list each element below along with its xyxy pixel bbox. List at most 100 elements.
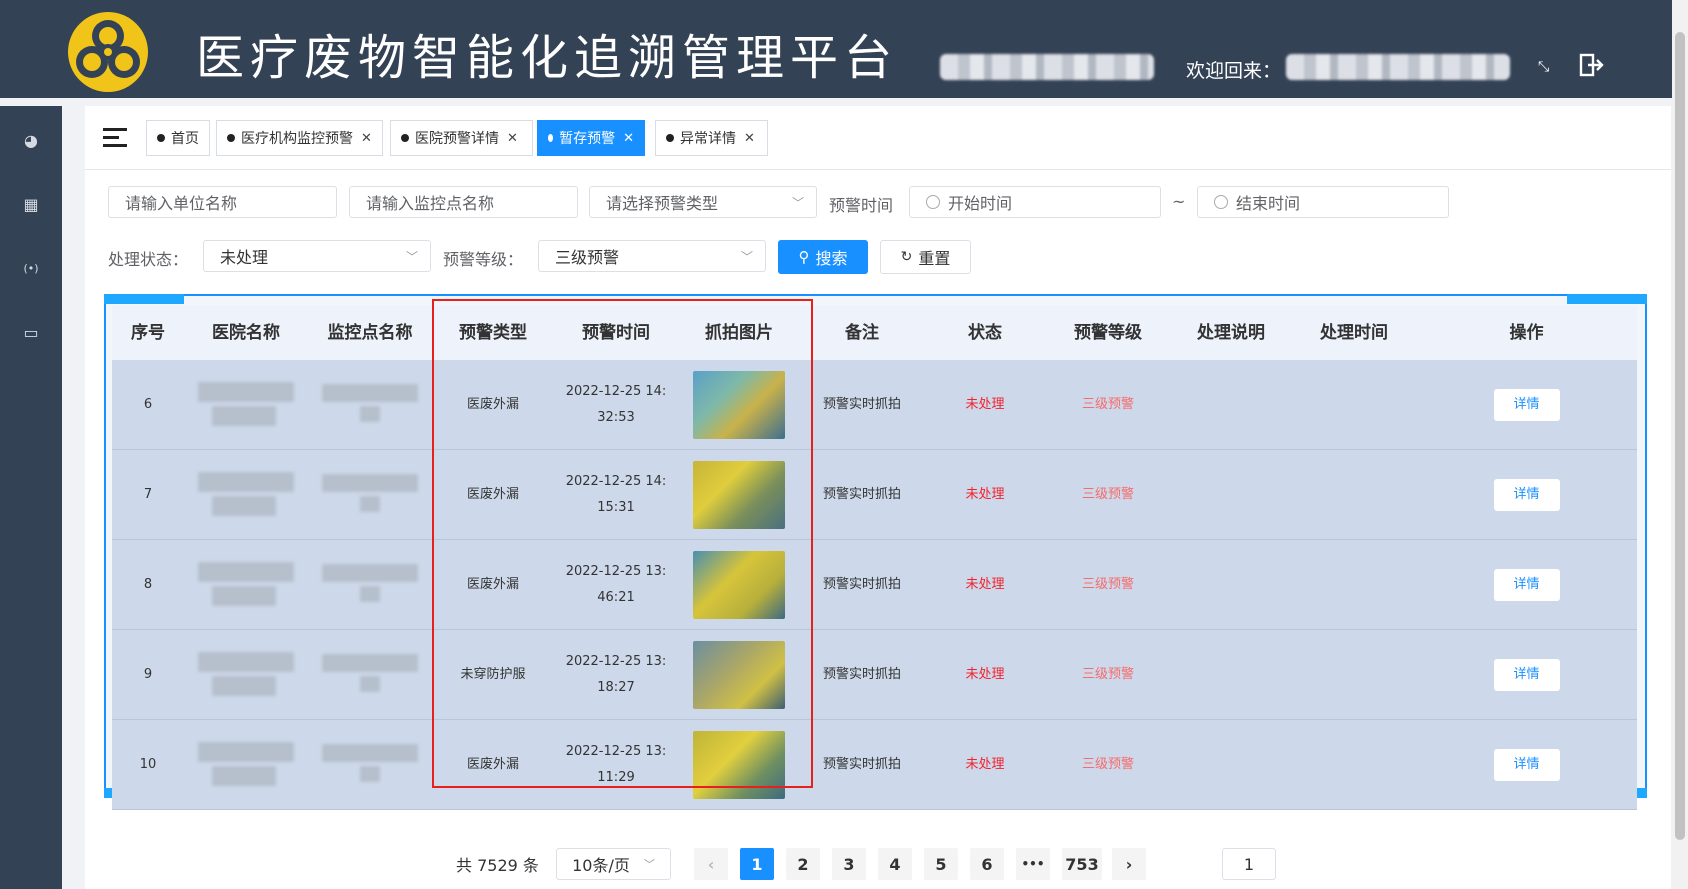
page-3-button[interactable]: 3 xyxy=(832,848,866,880)
redacted-username xyxy=(1286,54,1510,80)
ellipsis-button[interactable]: ••• xyxy=(1016,848,1050,880)
end-time-input[interactable]: 结束时间 xyxy=(1197,186,1449,218)
page-2-button[interactable]: 2 xyxy=(786,848,820,880)
row-index: 9 xyxy=(143,666,153,682)
warning-type: 医废外漏 xyxy=(466,756,519,772)
detail-button[interactable]: 详情 xyxy=(1493,388,1560,421)
level-text: 三级预警 xyxy=(1081,486,1134,502)
chevron-down-icon: ﹀ xyxy=(740,250,753,264)
redacted-hospital-name xyxy=(184,720,308,809)
redacted-monitor-point xyxy=(308,630,432,719)
jump-page-input[interactable]: 1 xyxy=(1222,848,1276,880)
row-index: 10 xyxy=(139,756,157,772)
warning-type: 医废外漏 xyxy=(466,576,519,592)
logout-icon[interactable] xyxy=(1578,52,1604,78)
tab-hospital-warning-detail[interactable]: 医院预警详情 ✕ xyxy=(390,120,533,156)
action-cell: 详情 xyxy=(1416,720,1637,809)
level-select[interactable]: 三级预警 ﹀ xyxy=(538,240,766,272)
handle-desc xyxy=(1170,630,1292,719)
clock-icon xyxy=(1214,195,1228,209)
level-text: 三级预警 xyxy=(1081,576,1134,592)
search-icon: ⚲ xyxy=(798,248,810,266)
monitor-icon[interactable]: ▭ xyxy=(19,320,43,344)
chevron-down-icon: ﹀ xyxy=(643,858,655,871)
snapshot-image[interactable] xyxy=(693,460,785,529)
snapshot-image[interactable] xyxy=(693,370,785,439)
fullscreen-icon[interactable]: ⤡ xyxy=(1538,60,1549,74)
col-handle-time: 处理时间 xyxy=(1320,323,1388,343)
note: 预警实时抓拍 xyxy=(822,666,901,682)
snapshot-cell xyxy=(678,360,800,449)
app-title: 医疗废物智能化追溯管理平台 xyxy=(196,30,899,86)
unit-name-input[interactable]: 请输入单位名称 xyxy=(108,186,337,218)
redacted-monitor-point xyxy=(308,540,432,629)
level-text: 三级预警 xyxy=(1081,666,1134,682)
chevron-down-icon: ﹀ xyxy=(405,250,418,264)
close-icon[interactable]: ✕ xyxy=(744,131,755,146)
warning-time-label: 预警时间 xyxy=(829,196,894,215)
search-button[interactable]: ⚲ 搜索 xyxy=(778,240,868,274)
tab-home[interactable]: 首页 xyxy=(146,120,210,156)
handle-time xyxy=(1292,540,1416,629)
close-icon[interactable]: ✕ xyxy=(361,131,372,146)
snapshot-image[interactable] xyxy=(693,730,785,799)
clock-icon xyxy=(926,195,940,209)
status-label: 处理状态： xyxy=(108,250,189,269)
status-text: 未处理 xyxy=(965,576,1005,592)
detail-button[interactable]: 详情 xyxy=(1493,658,1560,691)
reset-button[interactable]: ↻ 重置 xyxy=(880,240,971,274)
row-index: 7 xyxy=(143,486,153,502)
col-note: 备注 xyxy=(845,323,879,343)
warning-time: 2022-12-25 14: 32:53 xyxy=(565,383,667,425)
table-icon[interactable]: ▦ xyxy=(19,192,43,216)
snapshot-cell xyxy=(678,450,800,539)
monitor-point-input[interactable]: 请输入监控点名称 xyxy=(349,186,578,218)
col-warning-type: 预警类型 xyxy=(459,323,527,343)
range-separator: ~ xyxy=(1172,192,1186,211)
detail-button[interactable]: 详情 xyxy=(1493,478,1560,511)
page-753-button[interactable]: 753 xyxy=(1062,848,1102,880)
warning-time: 2022-12-25 13: 46:21 xyxy=(565,563,667,605)
page-size-select[interactable]: 10条/页 ﹀ xyxy=(556,848,671,880)
next-page-button[interactable]: › xyxy=(1112,848,1146,880)
warning-table: 序号 医院名称 监控点名称 预警类型 预警时间 抓拍图片 备注 状态 预警等级 … xyxy=(104,294,1647,810)
tab-storage-warning[interactable]: 暂存预警 ✕ xyxy=(537,120,645,156)
action-cell: 详情 xyxy=(1416,450,1637,539)
menu-toggle-icon[interactable] xyxy=(103,128,127,148)
dashboard-icon[interactable]: ◕ xyxy=(19,128,43,152)
snapshot-image[interactable] xyxy=(693,550,785,619)
start-time-input[interactable]: 开始时间 xyxy=(909,186,1161,218)
handle-time xyxy=(1292,630,1416,719)
snapshot-image[interactable] xyxy=(693,640,785,709)
scrollbar[interactable] xyxy=(1672,0,1688,889)
level-label: 预警等级： xyxy=(443,250,524,269)
signal-icon[interactable]: (•) xyxy=(19,256,43,280)
row-index: 6 xyxy=(143,396,153,412)
page-1-button[interactable]: 1 xyxy=(740,848,774,880)
page-6-button[interactable]: 6 xyxy=(970,848,1004,880)
page-5-button[interactable]: 5 xyxy=(924,848,958,880)
close-icon[interactable]: ✕ xyxy=(623,131,634,146)
handle-time xyxy=(1292,360,1416,449)
biohazard-logo-icon xyxy=(68,12,148,92)
status-select[interactable]: 未处理 ﹀ xyxy=(203,240,431,272)
warning-type-select[interactable]: 请选择预警类型 ﹀ xyxy=(589,186,817,218)
handle-time xyxy=(1292,450,1416,539)
sidebar: ◕ ▦ (•) ▭ xyxy=(0,106,62,889)
top-header: 医疗废物智能化追溯管理平台 欢迎回来： ⤡ xyxy=(0,0,1672,98)
table-row: 9 未穿防护服 2022-12-25 13: 18:27 预警实时抓拍 未处理 … xyxy=(112,630,1637,720)
warning-time: 2022-12-25 14: 15:31 xyxy=(565,473,667,515)
tab-bar: 首页 医疗机构监控预警 ✕ 医院预警详情 ✕ 暂存预警 ✕ 异常详情 ✕ xyxy=(85,106,1671,170)
tab-exception-detail[interactable]: 异常详情 ✕ xyxy=(655,120,768,156)
welcome-text: 欢迎回来： xyxy=(1186,60,1282,82)
tab-institution-monitor[interactable]: 医疗机构监控预警 ✕ xyxy=(216,120,383,156)
detail-button[interactable]: 详情 xyxy=(1493,568,1560,601)
table-row: 8 医废外漏 2022-12-25 13: 46:21 预警实时抓拍 未处理 三… xyxy=(112,540,1637,630)
prev-page-button[interactable]: ‹ xyxy=(694,848,728,880)
close-icon[interactable]: ✕ xyxy=(507,131,518,146)
table-row: 10 医废外漏 2022-12-25 13: 11:29 预警实时抓拍 未处理 … xyxy=(112,720,1637,810)
redacted-hospital-name xyxy=(184,540,308,629)
note: 预警实时抓拍 xyxy=(822,756,901,772)
detail-button[interactable]: 详情 xyxy=(1493,748,1560,781)
page-4-button[interactable]: 4 xyxy=(878,848,912,880)
